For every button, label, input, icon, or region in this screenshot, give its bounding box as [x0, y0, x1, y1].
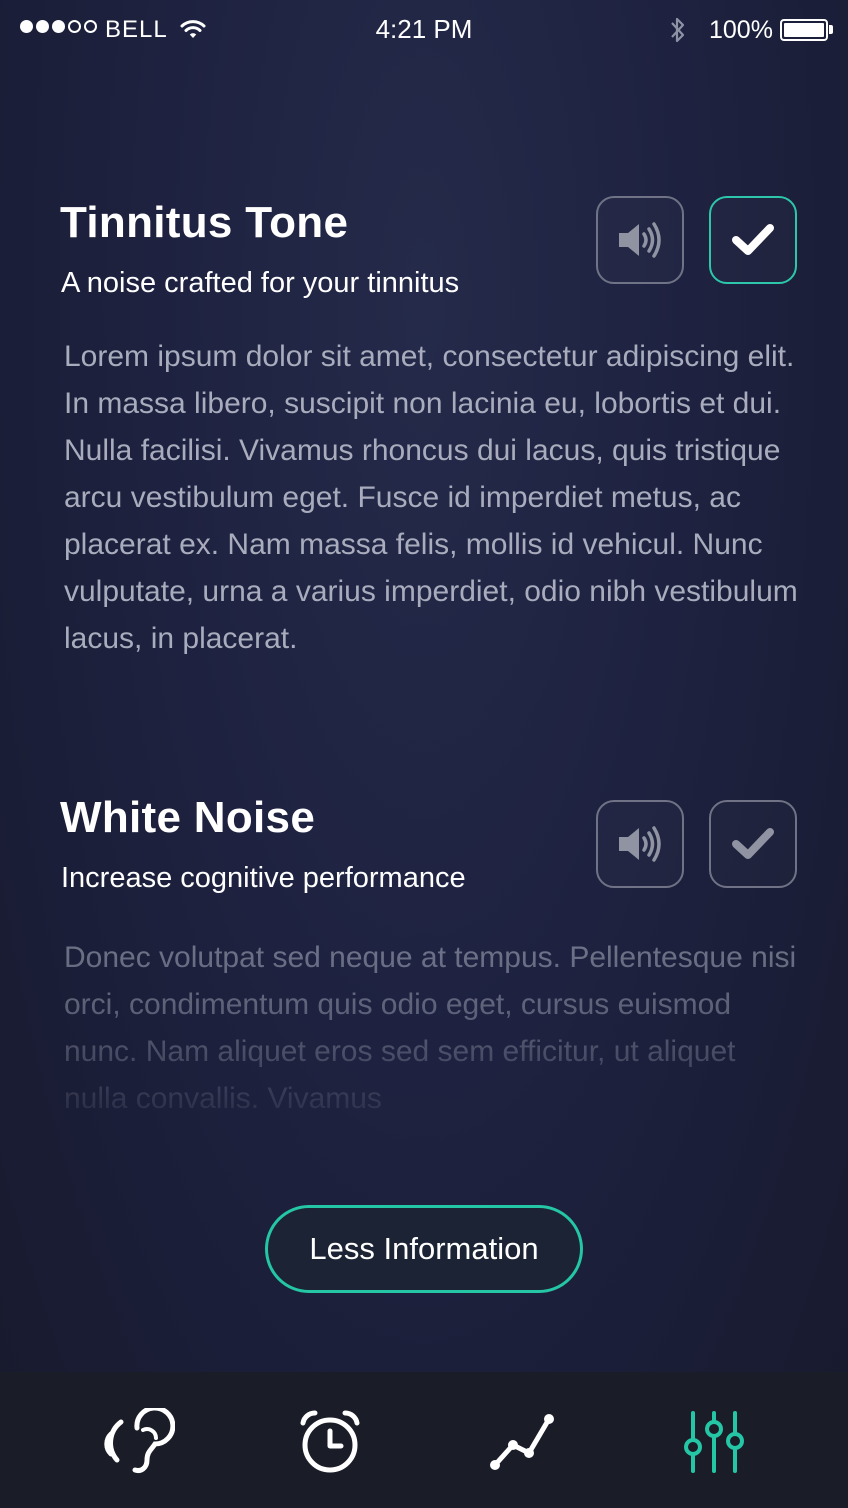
status-bar: BELL 4:21 PM 100%	[0, 0, 848, 62]
tab-bar	[0, 1372, 848, 1508]
check-icon	[732, 224, 774, 255]
option-description: Lorem ipsum dolor sit amet, consectetur …	[64, 340, 798, 655]
tab-alarm[interactable]	[290, 1402, 370, 1482]
battery-icon	[780, 19, 828, 41]
check-icon	[732, 828, 774, 859]
chart-line-icon	[490, 1414, 554, 1470]
play-sound-button[interactable]	[596, 196, 684, 284]
less-information-button[interactable]: Less Information	[265, 1205, 583, 1293]
tab-progress[interactable]	[482, 1402, 562, 1482]
battery-tip	[829, 25, 833, 34]
speaker-icon	[619, 222, 661, 258]
option-title: White Noise	[60, 793, 316, 842]
ear-icon	[104, 1408, 175, 1473]
bluetooth-icon	[671, 17, 685, 43]
sliders-icon	[684, 1411, 744, 1473]
battery-percentage: 100%	[709, 16, 773, 44]
option-subtitle: Increase cognitive performance	[61, 862, 466, 894]
tab-settings[interactable]	[674, 1402, 754, 1482]
speaker-icon	[619, 826, 661, 862]
select-checkbox-button[interactable]	[709, 196, 797, 284]
option-subtitle: A noise crafted for your tinnitus	[61, 267, 460, 299]
tab-ear[interactable]	[98, 1402, 178, 1482]
alarm-clock-icon	[300, 1410, 360, 1473]
play-sound-button[interactable]	[596, 800, 684, 888]
option-title: Tinnitus Tone	[60, 198, 349, 247]
option-description: Donec volutpat sed neque at tempus. Pell…	[64, 941, 797, 1115]
select-checkbox-button[interactable]	[709, 800, 797, 888]
